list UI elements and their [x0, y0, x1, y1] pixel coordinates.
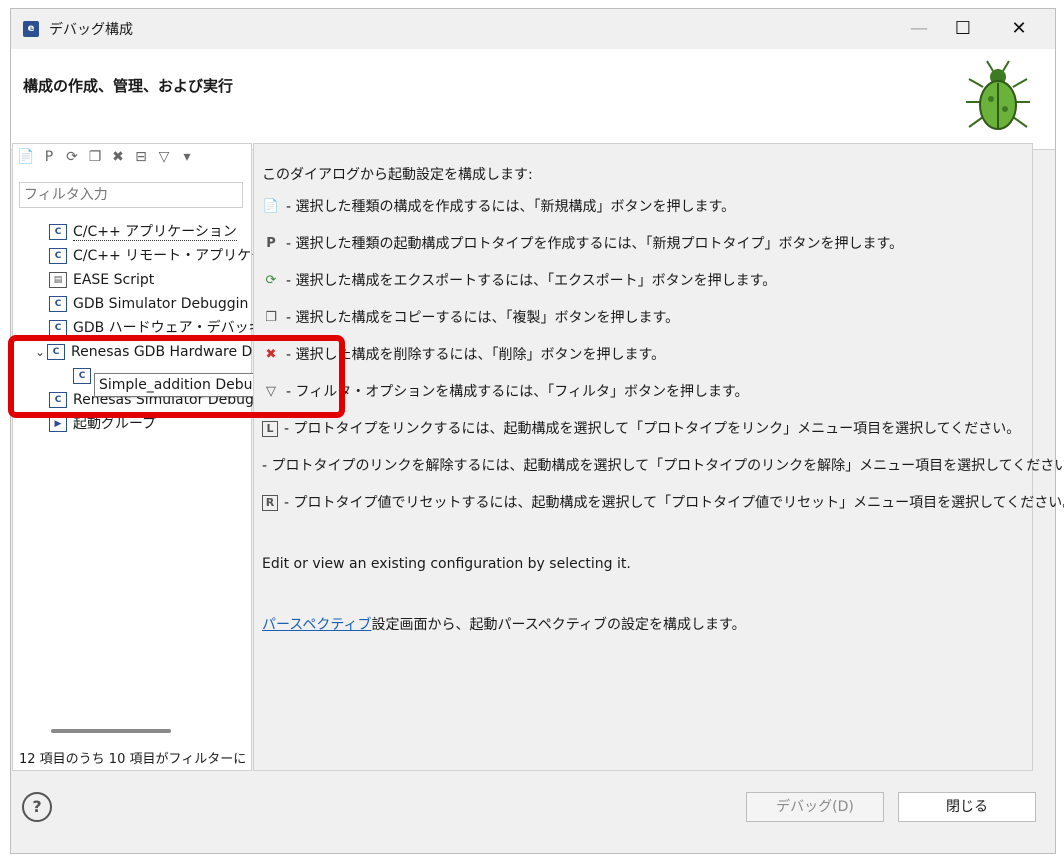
tree-toolbar: 📄 P ⟳ ❐ ✖ ⊟ ▽ ▾ — [15, 146, 199, 172]
delete-icon[interactable]: ✖ — [107, 146, 129, 168]
info-line: L - プロトタイプをリンクするには、起動構成を選択して「プロトタイプをリンク」メ… — [262, 418, 1020, 438]
edit-view-text: Edit or view an existing configuration b… — [262, 556, 631, 572]
info-line-text: - 選択した種類の起動構成プロトタイプを作成するには、「新規プロトタイプ」ボタン… — [286, 236, 904, 252]
tree-item-ease-script[interactable]: ▤ EASE Script — [49, 268, 154, 292]
tree-item-label: EASE Script — [73, 272, 155, 288]
tree-item-label: C/C++ アプリケーション — [73, 224, 237, 241]
filter-status-text: 12 項目のうち 10 項目がフィルターに — [19, 752, 247, 767]
info-panel: このダイアログから起動設定を構成します: 📄 - 選択した種類の構成を作成するには… — [253, 143, 1064, 771]
dialog-header-title: 構成の作成、管理、および実行 — [23, 77, 234, 95]
new-prototype-icon[interactable]: P — [38, 146, 60, 168]
tree-item-label: 起動グループ — [73, 416, 157, 432]
info-line: P - 選択した種類の起動構成プロトタイプを作成するには、「新規プロトタイプ」ボタ… — [262, 233, 903, 253]
minimize-button[interactable]: — — [897, 15, 941, 43]
dropdown-icon[interactable]: ▾ — [176, 146, 198, 168]
close-button[interactable]: 閉じる — [898, 792, 1036, 822]
debug-button[interactable]: デバッグ(D) — [746, 792, 884, 822]
perspective-link[interactable]: パースペクティブ — [262, 617, 371, 633]
tree-item-label: C/C++ リモート・アプリケーシ — [73, 248, 279, 264]
eclipse-app-icon: e — [23, 21, 39, 37]
gdb-sim-icon: C — [49, 296, 67, 312]
info-line: ⟳ - 選択した構成をエクスポートするには、「エクスポート」ボタンを押します。 — [262, 270, 777, 290]
collapse-all-icon[interactable]: ⊟ — [130, 146, 152, 168]
launch-group-icon: ▶ — [49, 416, 67, 432]
export-icon: ⟳ — [265, 273, 277, 288]
horizontal-scrollbar[interactable] — [51, 729, 171, 733]
ease-script-icon: ▤ — [49, 272, 67, 288]
info-line-text: - プロトタイプをリンクするには、起動構成を選択して「プロトタイプをリンク」メニ… — [284, 421, 1021, 437]
window-title: デバッグ構成 — [49, 22, 133, 38]
info-line-text: - プロトタイプのリンクを解除するには、起動構成を選択して「プロトタイプのリンク… — [262, 458, 1064, 474]
c-remote-icon: C — [49, 248, 67, 264]
config-tree-panel: 📄P⟳❐✖⊟▽▾ CC/C++ アプリケーション CC/C++ リモート・アプリ… — [12, 143, 291, 771]
duplicate-icon: ❐ — [265, 310, 277, 325]
filter-icon[interactable]: ▽ — [153, 146, 175, 168]
tree-item-gdb-simulator[interactable]: C GDB Simulator Debuggin — [49, 292, 248, 316]
c-app-icon: C — [49, 224, 67, 240]
dialog-header: 構成の作成、管理、および実行 — [11, 49, 1055, 150]
maximize-button[interactable]: ☐ — [941, 15, 985, 43]
tree-item-c-remote[interactable]: C C/C++ リモート・アプリケーシ — [49, 244, 279, 268]
info-line-text: - 選択した種類の構成を作成するには、「新規構成」ボタンを押します。 — [286, 199, 736, 215]
info-line: - プロトタイプのリンクを解除するには、起動構成を選択して「プロトタイプのリンク… — [262, 455, 1064, 475]
info-line: R - プロトタイプ値でリセットするには、起動構成を選択して「プロトタイプ値でリセ… — [262, 492, 1064, 512]
info-line: 📄 - 選択した種類の構成を作成するには、「新規構成」ボタンを押します。 — [262, 196, 735, 216]
new-prototype-icon: P — [266, 236, 276, 251]
info-line-text: - フィルタ・オプションを構成するには、「フィルタ」ボタンを押します。 — [286, 384, 749, 400]
perspective-line: パースペクティブ設定画面から、起動パースペクティブの設定を構成します。 — [262, 614, 746, 634]
gdb-hw-icon: C — [49, 320, 67, 336]
debug-bug-icon — [966, 60, 1030, 130]
reset-prototype-icon: R — [262, 495, 278, 511]
link-prototype-icon: L — [262, 421, 278, 437]
new-config-icon[interactable]: 📄 — [15, 146, 37, 168]
export-icon[interactable]: ⟳ — [61, 146, 83, 168]
info-line: ❐ - 選択した構成をコピーするには、「複製」ボタンを押します。 — [262, 307, 679, 327]
close-window-button[interactable]: ✕ — [997, 15, 1041, 43]
info-line-text: - 選択した構成をコピーするには、「複製」ボタンを押します。 — [286, 310, 680, 326]
perspective-text: 設定画面から、起動パースペクティブの設定を構成します。 — [371, 617, 746, 633]
info-line-text: - 選択した構成をエクスポートするには、「エクスポート」ボタンを押します。 — [286, 273, 777, 289]
tree-item-label: GDB Simulator Debuggin — [73, 296, 249, 312]
help-icon[interactable]: ? — [22, 792, 52, 822]
highlight-box — [8, 335, 345, 418]
filter-input[interactable] — [19, 182, 243, 208]
duplicate-icon[interactable]: ❐ — [84, 146, 106, 168]
info-line-text: - プロトタイプ値でリセットするには、起動構成を選択して「プロトタイプ値でリセッ… — [284, 495, 1064, 511]
new-config-icon: 📄 — [262, 199, 280, 214]
intro-text: このダイアログから起動設定を構成します: — [262, 167, 533, 183]
title-bar: e デバッグ構成 — ☐ ✕ — [11, 9, 1055, 49]
tree-item-c-app[interactable]: C C/C++ アプリケーション — [49, 220, 237, 244]
